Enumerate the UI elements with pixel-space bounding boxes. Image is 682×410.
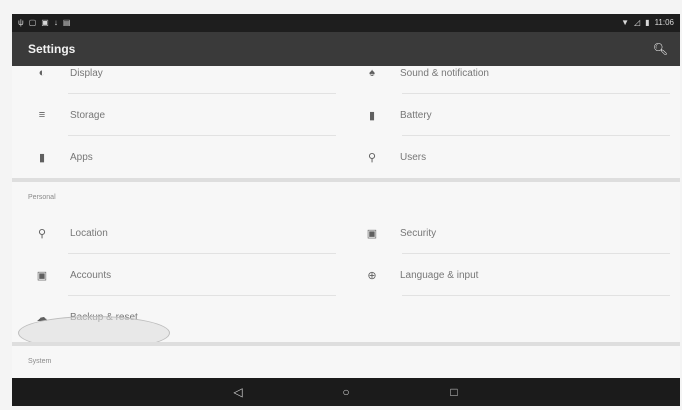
globe-icon: ⊕	[367, 269, 377, 282]
storage-icon: ≡	[38, 109, 46, 121]
settings-item-label: Storage	[70, 109, 106, 121]
wifi-icon: ▼	[621, 18, 629, 27]
toolbar: Settings 🔍︎	[12, 32, 680, 66]
settings-item-users[interactable]: ⚲ Users	[346, 136, 680, 178]
settings-item-language[interactable]: ⊕ Language & input	[346, 254, 680, 296]
section-header-system: System	[28, 357, 52, 365]
empty-cell	[346, 296, 680, 338]
settings-item-label: Security	[400, 227, 437, 239]
settings-item-label: Location	[70, 227, 108, 239]
shopping-bag-icon: ▤	[62, 18, 71, 27]
recents-button[interactable]: □	[440, 385, 468, 399]
image-icon: ▣	[41, 18, 49, 27]
settings-item-label: Users	[400, 151, 427, 163]
settings-item-display[interactable]: ◐ Display	[12, 66, 346, 94]
bell-icon: ♠	[369, 67, 375, 79]
screenshot-icon: ▢	[28, 18, 37, 27]
user-icon: ⚲	[367, 151, 377, 164]
battery-icon: ▮	[368, 109, 376, 122]
settings-item-label: Battery	[400, 109, 432, 121]
battery-icon: ▮	[645, 18, 650, 27]
settings-item-label: Language & input	[400, 269, 479, 281]
personal-section: Personal ⚲ Location ▣ Security ▣ Account…	[12, 182, 680, 350]
status-time: 11:06	[654, 18, 674, 27]
back-button[interactable]: ◁	[224, 385, 252, 399]
home-button[interactable]: ○	[332, 385, 360, 399]
location-icon: ⚲	[37, 227, 47, 240]
status-icons-right: ▼ ◿ ▮ 11:06	[621, 19, 674, 27]
signal-icon: ◿	[634, 18, 641, 27]
status-bar: ψ ▢ ▣ ↓ ▤ ▼ ◿ ▮ 11:06	[12, 14, 680, 32]
page-title: Settings	[28, 42, 76, 56]
lock-icon: ▣	[366, 227, 378, 240]
system-section: System	[12, 346, 680, 378]
device-section: ◐ Display ♠ Sound & notification ≡ Stora…	[12, 66, 680, 178]
apps-icon: ▮	[38, 151, 46, 164]
settings-item-storage[interactable]: ≡ Storage	[12, 94, 346, 136]
settings-item-security[interactable]: ▣ Security	[346, 212, 680, 254]
settings-item-label: Sound & notification	[400, 67, 489, 79]
display-icon: ◐	[38, 67, 46, 79]
settings-item-battery[interactable]: ▮ Battery	[346, 94, 680, 136]
account-icon: ▣	[36, 269, 48, 282]
settings-item-accounts[interactable]: ▣ Accounts	[12, 254, 346, 296]
settings-item-location[interactable]: ⚲ Location	[12, 212, 346, 254]
settings-item-sound[interactable]: ♠ Sound & notification	[346, 66, 680, 94]
navigation-bar: ◁ ○ □	[12, 378, 680, 406]
settings-item-label: Accounts	[70, 269, 112, 281]
status-icons-left: ψ ▢ ▣ ↓ ▤	[18, 19, 70, 27]
settings-item-label: Display	[70, 67, 103, 79]
download-icon: ↓	[53, 18, 58, 27]
search-icon[interactable]: 🔍︎	[653, 42, 668, 56]
settings-item-apps[interactable]: ▮ Apps	[12, 136, 346, 178]
settings-item-label: Apps	[70, 151, 93, 163]
settings-list[interactable]: ◐ Display ♠ Sound & notification ≡ Stora…	[12, 66, 680, 378]
usb-icon: ψ	[18, 18, 24, 27]
section-header-personal: Personal	[28, 193, 56, 201]
